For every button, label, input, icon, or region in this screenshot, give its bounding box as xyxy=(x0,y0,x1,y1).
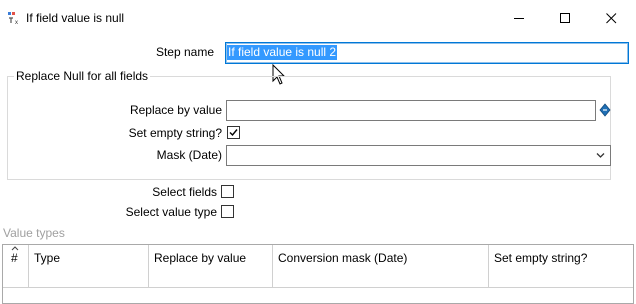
chevron-down-icon xyxy=(596,153,605,158)
mask-date-select[interactable] xyxy=(226,145,611,166)
close-button[interactable] xyxy=(588,0,634,36)
close-icon xyxy=(605,12,616,23)
column-header-set-empty-string[interactable]: Set empty string? xyxy=(489,245,633,287)
select-value-type-checkbox[interactable] xyxy=(221,205,234,218)
svg-text:x: x xyxy=(15,20,18,25)
step-name-input[interactable]: If field value is null 2 xyxy=(225,42,629,64)
column-header-replace-by-value[interactable]: Replace by value xyxy=(149,245,273,287)
replace-by-value-input[interactable] xyxy=(226,100,596,121)
value-types-label: Value types xyxy=(3,226,65,240)
minimize-icon xyxy=(513,17,524,19)
replace-null-group-legend: Replace Null for all fields xyxy=(14,69,151,83)
maximize-button[interactable] xyxy=(542,0,588,36)
maximize-icon xyxy=(559,12,570,23)
column-header-type[interactable]: Type xyxy=(29,245,149,287)
column-header-conversion-mask[interactable]: Conversion mask (Date) xyxy=(273,245,489,287)
set-empty-string-checkbox[interactable] xyxy=(227,126,240,139)
mask-date-label: Mask (Date) xyxy=(156,148,222,162)
window-title: If field value is null xyxy=(26,11,125,25)
replace-by-value-label: Replace by value xyxy=(129,103,222,117)
header-divider xyxy=(3,287,633,288)
select-value-type-label: Select value type xyxy=(125,205,217,219)
select-fields-checkbox[interactable] xyxy=(221,185,234,198)
checkmark-icon xyxy=(229,129,238,137)
value-types-table[interactable]: # Type Replace by value Conversion mask … xyxy=(2,244,634,304)
set-empty-string-label: Set empty string? xyxy=(128,126,222,140)
title-bar: x If field value is null xyxy=(0,0,636,36)
select-fields-label: Select fields xyxy=(152,185,217,199)
if-null-step-icon: x xyxy=(8,12,18,25)
variable-diamond-icon[interactable] xyxy=(599,103,611,117)
step-name-label: Step name xyxy=(155,45,214,59)
minimize-button[interactable] xyxy=(496,0,542,36)
step-name-value: If field value is null 2 xyxy=(227,45,338,60)
column-header-index[interactable]: # xyxy=(3,245,29,287)
